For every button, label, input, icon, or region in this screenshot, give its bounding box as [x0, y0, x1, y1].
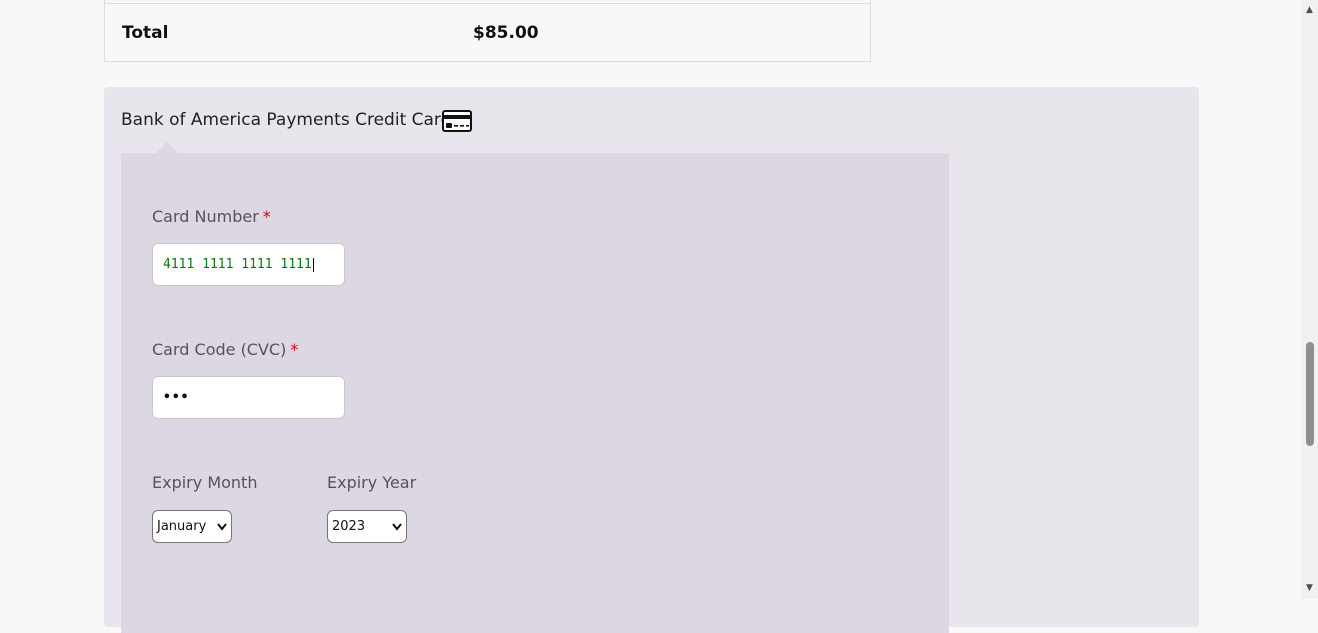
payment-method-label[interactable]: Bank of America Payments Credit Card — [121, 110, 451, 130]
expiry-year-label: Expiry Year — [327, 473, 417, 492]
total-value: $85.00 — [473, 23, 539, 43]
page-scrollbar[interactable]: ▲ ▼ — [1301, 0, 1318, 599]
card-form-panel: Card Number * 4111 1111 1111 1111 Card Co… — [121, 153, 949, 633]
card-number-label-text: Card Number — [152, 207, 259, 226]
required-mark: * — [290, 340, 299, 359]
panel-pointer — [156, 142, 178, 153]
scrollbar-thumb[interactable] — [1306, 342, 1314, 446]
expiry-month-select[interactable]: January — [152, 510, 232, 543]
credit-card-icon — [442, 110, 472, 132]
scroll-down-arrow-icon[interactable]: ▼ — [1301, 580, 1318, 597]
expiry-year-select[interactable]: 2023 — [327, 510, 407, 543]
card-number-label: Card Number * — [152, 207, 271, 226]
text-caret — [312, 257, 314, 272]
card-code-input[interactable]: ••• — [152, 376, 345, 419]
card-code-label-text: Card Code (CVC) — [152, 340, 287, 359]
expiry-year-value: 2023 — [332, 519, 366, 534]
scroll-up-arrow-icon[interactable]: ▲ — [1301, 2, 1318, 19]
card-number-input[interactable]: 4111 1111 1111 1111 — [152, 243, 345, 286]
card-code-value: ••• — [163, 390, 190, 405]
expiry-month-label: Expiry Month — [152, 473, 258, 492]
card-code-label: Card Code (CVC) * — [152, 340, 298, 359]
table-divider — [105, 3, 870, 4]
card-number-value: 4111 1111 1111 1111 — [163, 257, 312, 272]
chevron-down-icon — [217, 511, 227, 554]
chevron-down-icon — [392, 511, 402, 554]
payment-method-box: Bank of America Payments Credit Card Car… — [104, 87, 1199, 633]
total-label: Total — [122, 23, 169, 43]
expiry-month-value: January — [157, 519, 207, 534]
required-mark: * — [262, 207, 271, 226]
order-total-table: Total $85.00 — [104, 0, 871, 62]
